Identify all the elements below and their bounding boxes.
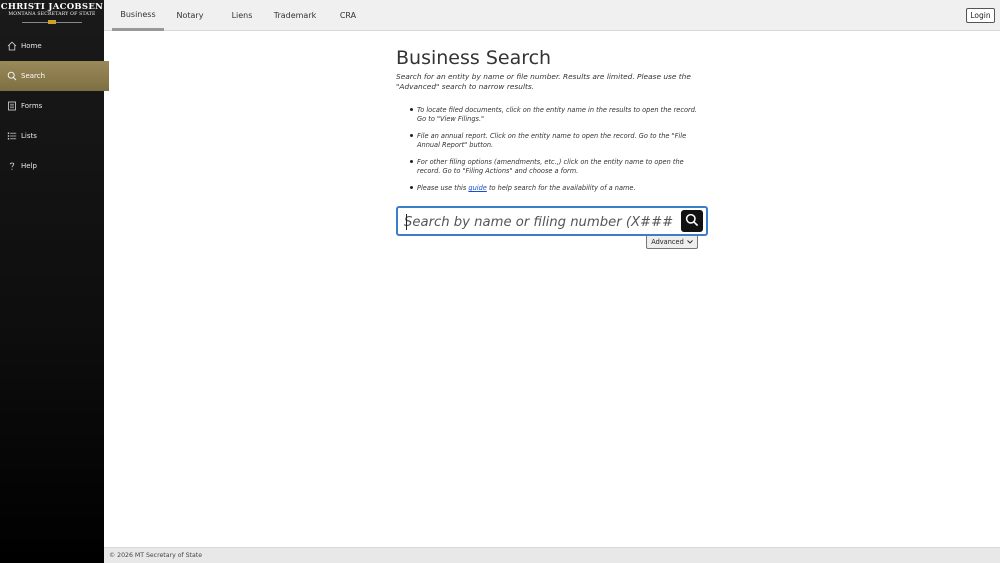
sidebar-item-label: Help	[21, 162, 37, 170]
sidebar-item-forms[interactable]: Forms	[0, 91, 104, 121]
tab-label: Liens	[231, 11, 253, 20]
tab-liens[interactable]: Liens	[220, 0, 264, 31]
list-icon	[7, 131, 17, 141]
help-icon	[7, 161, 17, 171]
logo[interactable]: Christi Jacobsen Montana Secretary of St…	[0, 0, 104, 31]
tab-business[interactable]: Business	[112, 0, 164, 31]
text-cursor	[406, 214, 407, 230]
tab-label: Notary	[176, 11, 204, 20]
home-icon	[7, 41, 17, 51]
sidebar-item-search[interactable]: Search	[0, 61, 109, 91]
sidebar-item-label: Home	[21, 42, 42, 50]
footer-copyright: © 2026 MT Secretary of State	[109, 552, 203, 559]
logo-name: Christi Jacobsen	[0, 2, 104, 12]
sidebar-item-help[interactable]: Help	[0, 151, 104, 181]
tab-notary[interactable]: Notary	[166, 0, 214, 31]
search-box	[396, 206, 708, 236]
logo-seal	[22, 20, 82, 24]
search-button[interactable]	[681, 210, 703, 232]
advanced-button[interactable]: Advanced	[646, 236, 698, 249]
main-content: Business Search Search for an entity by …	[396, 46, 716, 201]
list-item: For other filing options (amendments, et…	[410, 158, 707, 176]
instructions-list: To locate filed documents, click on the …	[396, 106, 716, 193]
tab-trademark[interactable]: Trademark	[268, 0, 322, 31]
tab-label: CRA	[339, 11, 357, 20]
top-navigation: Business Notary Liens Trademark CRA Logi…	[104, 0, 1000, 31]
sidebar-item-home[interactable]: Home	[0, 31, 104, 61]
list-item: To locate filed documents, click on the …	[410, 106, 707, 124]
advanced-label: Advanced	[651, 238, 684, 246]
sidebar: Christi Jacobsen Montana Secretary of St…	[0, 0, 109, 563]
page-title: Business Search	[396, 47, 552, 69]
sidebar-item-label: Forms	[21, 102, 43, 110]
forms-icon	[7, 101, 17, 111]
guide-text-after: to help search for the availability of a…	[486, 184, 636, 192]
guide-link[interactable]: guide	[468, 184, 486, 192]
tab-label: Trademark	[273, 11, 317, 20]
sidebar-item-label: Search	[21, 72, 46, 80]
search-icon	[685, 212, 699, 231]
page-subtitle: Search for an entity by name or file num…	[396, 72, 691, 91]
list-item: Please use this guide to help search for…	[410, 184, 707, 193]
tab-cra[interactable]: CRA	[330, 0, 366, 31]
guide-text-before: Please use this	[417, 184, 469, 192]
search-input[interactable]	[404, 212, 674, 232]
sidebar-item-label: Lists	[21, 132, 37, 140]
sidebar-item-lists[interactable]: Lists	[0, 121, 104, 151]
login-button[interactable]: Login	[966, 8, 995, 23]
tab-label: Business	[120, 9, 156, 19]
logo-subtitle: Montana Secretary of State	[8, 12, 96, 17]
search-icon	[7, 71, 17, 81]
chevron-down-icon	[686, 238, 693, 246]
footer: © 2026 MT Secretary of State	[104, 547, 1000, 563]
list-item: File an annual report. Click on the enti…	[410, 132, 707, 150]
